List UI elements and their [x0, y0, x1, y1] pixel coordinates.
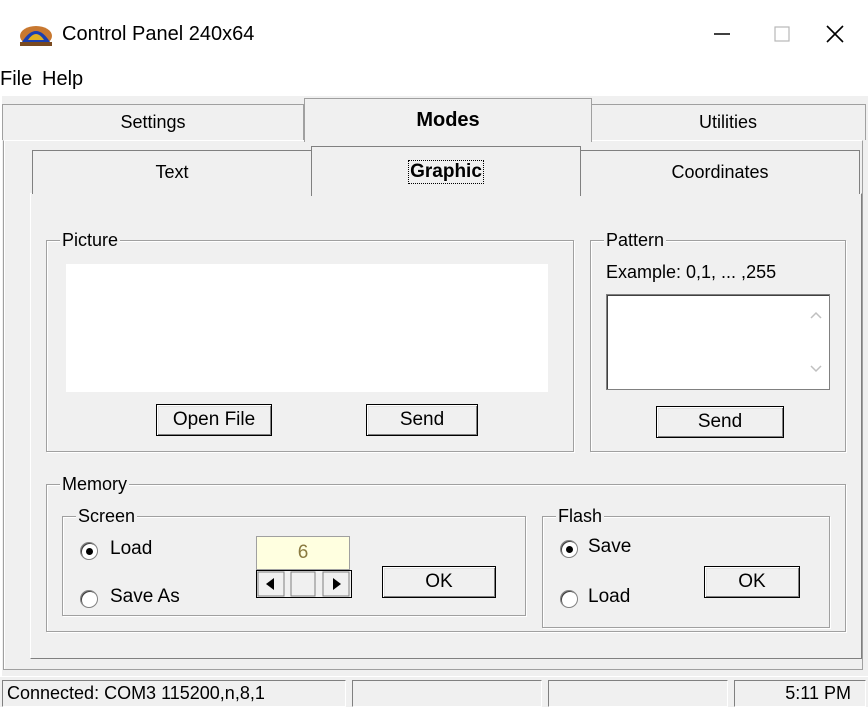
slider-right-arrow-icon — [322, 571, 350, 597]
screen-ok-button[interactable]: OK — [382, 566, 496, 598]
screen-save-as-radio[interactable] — [80, 590, 98, 608]
screen-number-slider[interactable] — [256, 570, 352, 598]
open-file-button[interactable]: Open File — [156, 404, 272, 436]
status-pane-2 — [352, 680, 542, 707]
flash-group-label: Flash — [556, 506, 605, 526]
close-icon — [826, 25, 844, 43]
status-pane-3 — [548, 680, 728, 707]
picture-send-button[interactable]: Send — [366, 404, 478, 436]
pattern-group-label: Pattern — [604, 230, 667, 250]
slider-left-arrow-icon — [257, 571, 285, 597]
screen-save-as-label: Save As — [110, 586, 180, 607]
flash-save-radio[interactable] — [560, 540, 578, 558]
minimize-icon — [714, 33, 730, 35]
screen-load-label: Load — [110, 538, 153, 559]
menu-bar — [0, 62, 868, 96]
screen-load-radio[interactable] — [80, 542, 98, 560]
screen-group-label: Screen — [76, 506, 138, 526]
flash-save-label: Save — [588, 536, 632, 557]
tab-graphic-label: Graphic — [408, 159, 484, 184]
app-logo-icon — [18, 22, 54, 48]
flash-load-label: Load — [588, 586, 631, 607]
screen-number-display: 6 — [256, 536, 350, 570]
picture-preview — [66, 264, 548, 392]
tab-utilities[interactable]: Utilities — [590, 104, 866, 140]
window-title: Control Panel 240x64 — [62, 23, 255, 45]
memory-group-label: Memory — [60, 474, 130, 494]
tab-graphic[interactable]: Graphic — [311, 146, 581, 196]
close-button[interactable] — [802, 10, 868, 58]
minimize-button[interactable] — [692, 10, 752, 58]
scroll-up-icon — [810, 311, 822, 319]
menu-file[interactable]: File — [0, 66, 32, 92]
status-connection: Connected: COM3 115200,n,8,1 — [2, 680, 346, 707]
pattern-example: Example: 0,1, ... ,255 — [606, 262, 777, 282]
tab-text[interactable]: Text — [32, 150, 312, 194]
menu-help[interactable]: Help — [42, 66, 83, 92]
pattern-scrollbar[interactable] — [804, 296, 828, 388]
flash-load-radio[interactable] — [560, 590, 578, 608]
pattern-input[interactable] — [606, 294, 830, 390]
pattern-send-button[interactable]: Send — [656, 406, 784, 438]
flash-ok-button[interactable]: OK — [704, 566, 800, 598]
picture-group-label: Picture — [60, 230, 121, 250]
tab-modes[interactable]: Modes — [304, 98, 592, 142]
scroll-down-icon — [810, 365, 822, 373]
tab-coordinates[interactable]: Coordinates — [580, 150, 860, 194]
status-time: 5:11 PM — [734, 680, 866, 707]
tab-settings[interactable]: Settings — [2, 104, 304, 140]
maximize-icon — [774, 26, 790, 42]
